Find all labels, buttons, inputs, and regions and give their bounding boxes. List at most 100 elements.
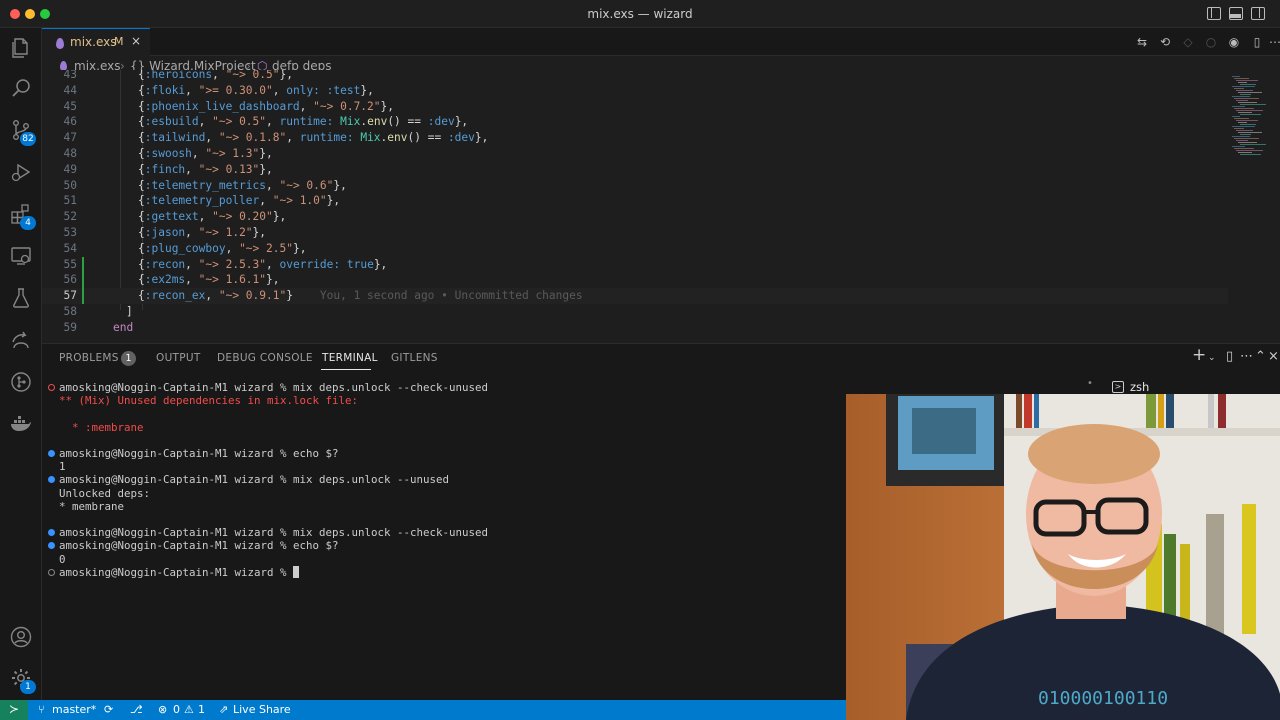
line-number: 49: [63, 162, 77, 176]
minimap-line: [1240, 134, 1251, 135]
code-token: ,: [266, 178, 280, 192]
split-editor-icon[interactable]: ▯: [1250, 35, 1264, 49]
code-line[interactable]: 52 {:gettext, "~> 0.20"},: [42, 209, 1228, 225]
code-line[interactable]: 46 {:esbuild, "~> 0.5", runtime: Mix.env(…: [42, 114, 1228, 130]
branch-name[interactable]: master*: [52, 703, 96, 716]
code-line[interactable]: 49 {:finch, "~> 0.13"},: [42, 162, 1228, 178]
terminal-line: 0: [59, 552, 66, 566]
next-change-icon[interactable]: ○: [1204, 35, 1218, 49]
gitlens-history-icon[interactable]: ⟲: [1158, 35, 1172, 49]
minimap-line: [1232, 116, 1240, 117]
title-bar: mix.exs — wizard: [0, 0, 1280, 28]
code-token: ,: [266, 257, 280, 271]
git-added-gutter-mark[interactable]: [82, 288, 84, 305]
testing-icon[interactable]: [9, 286, 33, 310]
code-token: {: [138, 162, 145, 176]
command-decoration-icon[interactable]: [48, 384, 55, 391]
warning-count[interactable]: 1: [198, 703, 205, 716]
code-text: {:recon, "~> 2.5.3", override: true},: [138, 257, 387, 273]
code-line[interactable]: 50 {:telemetry_metrics, "~> 0.6"},: [42, 178, 1228, 194]
sync-icon[interactable]: ⟳: [104, 703, 113, 716]
terminal-output[interactable]: amosking@Noggin-Captain-M1 wizard % mix …: [42, 378, 846, 700]
code-line[interactable]: 51 {:telemetry_poller, "~> 1.0"},: [42, 193, 1228, 209]
trash-icon[interactable]: ▯: [1226, 349, 1233, 364]
line-number: 57: [63, 289, 77, 303]
minimap-line: [1236, 100, 1248, 101]
code-line[interactable]: 43 {:heroicons, "~> 0.5"},: [42, 70, 1228, 83]
code-line[interactable]: 45 {:phoenix_live_dashboard, "~> 0.7.2"},: [42, 99, 1228, 115]
open-changes-icon[interactable]: ⇆: [1135, 35, 1149, 49]
inline-blame[interactable]: You, 1 second ago • Uncommitted changes: [293, 289, 583, 302]
code-line[interactable]: 53 {:jason, "~> 1.2"},: [42, 225, 1228, 241]
command-decoration-icon[interactable]: [48, 476, 55, 484]
warning-icon[interactable]: ⚠: [184, 703, 194, 716]
code-token: :recon_ex: [144, 289, 206, 303]
code-line[interactable]: 57 {:recon_ex, "~> 0.9.1"} You, 1 second …: [42, 288, 1228, 305]
code-token: {: [138, 241, 145, 255]
minimap-line: [1236, 130, 1253, 131]
code-token: },: [360, 83, 374, 97]
minimap[interactable]: [1228, 70, 1280, 342]
live-share-icon[interactable]: [9, 328, 33, 352]
files-icon[interactable]: [9, 36, 33, 60]
toggle-primary-sidebar-icon[interactable]: [1207, 7, 1221, 20]
code-line[interactable]: 47 {:tailwind, "~> 0.1.8", runtime: Mix.e…: [42, 130, 1228, 146]
chevron-down-icon[interactable]: ⌄: [1208, 353, 1216, 363]
close-panel-icon[interactable]: ×: [1268, 349, 1279, 364]
terminal-line: amosking@Noggin-Captain-M1 wizard %: [59, 565, 300, 579]
command-decoration-icon[interactable]: [48, 542, 55, 550]
minimap-line: [1234, 98, 1259, 99]
minimap-line: [1238, 132, 1262, 133]
toggle-panel-icon[interactable]: [1229, 7, 1243, 20]
gitlens-icon[interactable]: [9, 370, 33, 394]
code-line[interactable]: 58]: [42, 304, 1228, 320]
new-terminal-icon[interactable]: +: [1192, 345, 1206, 365]
minimap-line: [1234, 148, 1254, 149]
tab-mix-exs[interactable]: mix.exs M ×: [42, 28, 150, 56]
remote-explorer-icon[interactable]: [9, 244, 33, 268]
toggle-secondary-sidebar-icon[interactable]: [1251, 7, 1265, 20]
tab-output[interactable]: OUTPUT: [156, 352, 201, 364]
minimap-line: [1238, 122, 1247, 123]
maximize-panel-icon[interactable]: ⌃: [1255, 349, 1266, 364]
code-token: "~> 0.20": [212, 210, 273, 224]
error-count[interactable]: 0: [173, 703, 180, 716]
tab-gitlens[interactable]: GITLENS: [391, 352, 438, 364]
command-decoration-icon[interactable]: [48, 568, 55, 576]
minimap-line: [1234, 78, 1249, 79]
code-text: ]: [126, 304, 133, 320]
code-editor[interactable]: 43 {:heroicons, "~> 0.5"}, 44 {:floki, ">= …: [42, 70, 1228, 342]
git-added-gutter-mark[interactable]: [82, 272, 84, 289]
code-line[interactable]: 44 {:floki, ">= 0.30.0", only: :test},: [42, 83, 1228, 99]
accounts-icon[interactable]: [9, 625, 33, 649]
remote-indicator[interactable]: ≻: [0, 700, 28, 720]
live-share-label[interactable]: Live Share: [233, 703, 291, 716]
code-token: :recon: [144, 257, 186, 271]
live-share-icon[interactable]: ⇗: [219, 703, 228, 716]
previous-change-icon[interactable]: ◇: [1181, 35, 1195, 49]
live-preview-icon[interactable]: ◉: [1227, 35, 1241, 49]
git-added-gutter-mark[interactable]: [82, 256, 84, 273]
gitlens-status-icon[interactable]: ⎇: [130, 703, 143, 716]
tab-close-icon[interactable]: ×: [131, 34, 141, 48]
code-line[interactable]: 48 {:swoosh, "~> 1.3"},: [42, 146, 1228, 162]
more-actions-icon[interactable]: ⋯: [1268, 35, 1280, 49]
more-actions-icon[interactable]: ⋯: [1240, 349, 1253, 364]
tab-debug-console[interactable]: DEBUG CONSOLE: [217, 352, 313, 364]
run-debug-icon[interactable]: [9, 160, 33, 184]
terminal-line: * membrane: [59, 499, 125, 513]
command-decoration-icon[interactable]: [48, 450, 55, 457]
docker-icon[interactable]: [9, 412, 33, 436]
code-text: {:ex2ms, "~> 1.6.1"},: [138, 272, 280, 288]
code-line[interactable]: 59 end: [42, 320, 1228, 336]
command-decoration-icon[interactable]: [48, 529, 55, 537]
tab-problems[interactable]: PROBLEMS: [59, 352, 119, 364]
code-line[interactable]: 55 {:recon, "~> 2.5.3", override: true},: [42, 256, 1228, 273]
search-icon[interactable]: [9, 76, 33, 100]
code-line[interactable]: 54 {:plug_cowboy, "~> 2.5"},: [42, 241, 1228, 257]
code-line[interactable]: 56 {:ex2ms, "~> 1.6.1"},: [42, 272, 1228, 289]
minimap-line: [1232, 126, 1255, 127]
error-icon[interactable]: ⊗: [158, 703, 167, 716]
tab-terminal[interactable]: TERMINAL: [322, 352, 378, 364]
code-token: {: [138, 194, 145, 208]
